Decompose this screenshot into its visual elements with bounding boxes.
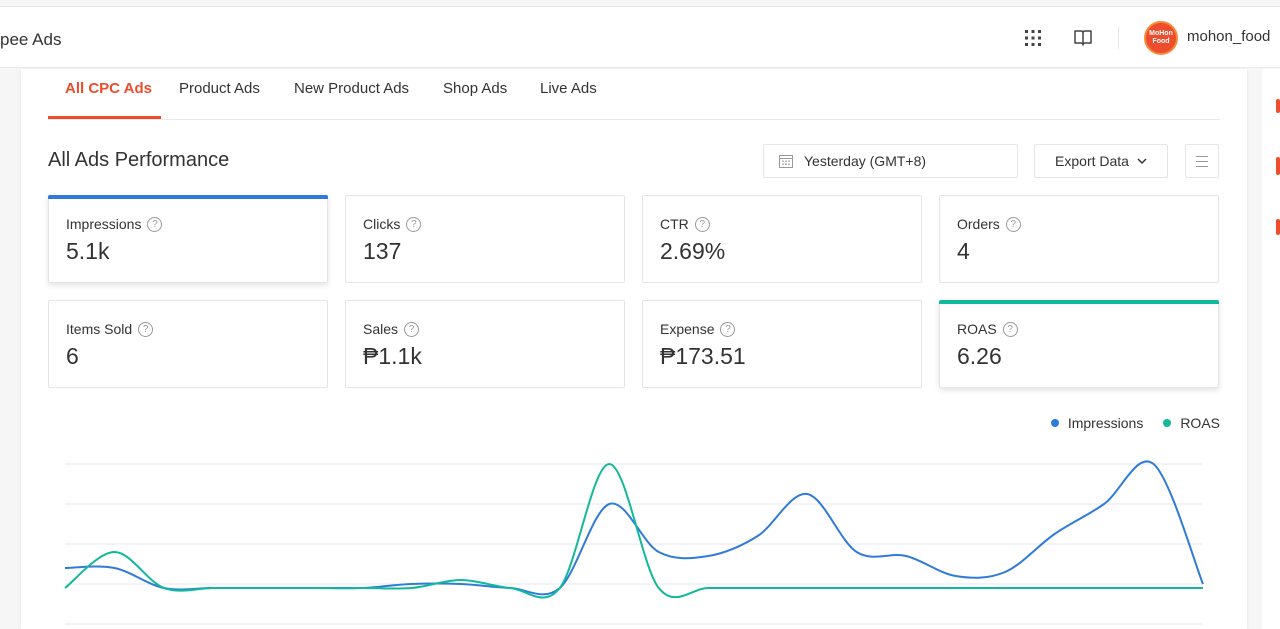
section-title: All Ads Performance — [48, 149, 230, 171]
legend-item-impressions[interactable]: Impressions — [1050, 415, 1144, 431]
help-icon[interactable]: ? — [1002, 321, 1018, 337]
metric-card-orders[interactable]: Orders? 4 — [939, 195, 1219, 283]
tab-shop-ads[interactable]: Shop Ads — [443, 80, 507, 97]
active-tab-indicator — [48, 116, 161, 119]
metric-label: Clicks — [363, 216, 401, 232]
menu-icon-line — [1196, 161, 1208, 162]
sidebar-marker — [1276, 219, 1280, 235]
calendar-icon — [779, 155, 793, 168]
metric-card-sales[interactable]: Sales? ₱1.1k — [345, 300, 625, 388]
date-range-picker[interactable]: Yesterday (GMT+8) — [763, 144, 1018, 178]
metric-label-row: CTR? — [660, 216, 710, 232]
metric-label: ROAS — [957, 321, 997, 337]
metric-label: Impressions — [66, 216, 142, 232]
metric-card-expense[interactable]: Expense? ₱173.51 — [642, 300, 922, 388]
username[interactable]: mohon_food — [1187, 28, 1270, 45]
help-icon[interactable]: ? — [1005, 216, 1021, 232]
right-sidebar-strip — [1262, 69, 1280, 629]
series-line-impressions[interactable] — [64, 460, 1204, 596]
top-bar: pee Ads MoHon Food mohon_food — [0, 6, 1280, 68]
menu-icon-line — [1196, 156, 1208, 157]
chevron-down-icon — [1137, 157, 1147, 164]
metric-value: ₱1.1k — [363, 343, 422, 369]
avatar-text: MoHon Food — [1149, 30, 1173, 45]
export-data-label: Export Data — [1055, 153, 1129, 169]
metric-accent-bar — [48, 195, 328, 199]
tab-all-cpc-ads[interactable]: All CPC Ads — [65, 80, 152, 97]
brand-title[interactable]: pee Ads — [0, 30, 61, 50]
menu-icon-line — [1196, 166, 1208, 167]
metric-label: Expense — [660, 321, 715, 337]
metric-label-row: ROAS? — [957, 321, 1018, 337]
avatar[interactable]: MoHon Food — [1144, 21, 1178, 55]
metric-value: 6.26 — [957, 343, 1002, 369]
metric-value: 5.1k — [66, 238, 110, 264]
metric-label-row: Impressions? — [66, 216, 163, 232]
legend-label: ROAS — [1180, 415, 1220, 431]
metric-label: CTR — [660, 216, 689, 232]
series-line-roas[interactable] — [64, 462, 1203, 599]
metric-value: 4 — [957, 238, 970, 264]
metric-card-clicks[interactable]: Clicks? 137 — [345, 195, 625, 283]
metric-accent-bar — [939, 300, 1219, 304]
help-icon[interactable]: ? — [694, 216, 710, 232]
tab-live-ads[interactable]: Live Ads — [540, 80, 597, 97]
ad-type-tabs: All CPC Ads Product Ads New Product Ads … — [48, 69, 1220, 120]
book-icon[interactable] — [1073, 28, 1093, 48]
metric-card-ctr[interactable]: CTR? 2.69% — [642, 195, 922, 283]
legend-label: Impressions — [1067, 415, 1144, 431]
performance-card: All CPC Ads Product Ads New Product Ads … — [21, 69, 1247, 629]
help-icon[interactable]: ? — [720, 321, 736, 337]
help-icon[interactable]: ? — [138, 321, 154, 337]
help-icon[interactable]: ? — [147, 216, 163, 232]
metric-label-row: Items Sold? — [66, 321, 154, 337]
topbar-divider — [1118, 27, 1119, 49]
metric-label-row: Sales? — [363, 321, 420, 337]
metric-value: ₱173.51 — [660, 343, 746, 369]
metric-label: Orders — [957, 216, 1000, 232]
metric-label: Items Sold — [66, 321, 133, 337]
metric-card-impressions[interactable]: Impressions? 5.1k — [48, 195, 328, 283]
help-icon[interactable]: ? — [406, 216, 422, 232]
sidebar-marker — [1276, 157, 1280, 175]
metric-label-row: Expense? — [660, 321, 736, 337]
tab-product-ads[interactable]: Product Ads — [179, 80, 260, 97]
export-data-button[interactable]: Export Data — [1034, 144, 1168, 178]
legend-item-roas[interactable]: ROAS — [1163, 415, 1220, 431]
tab-new-product-ads[interactable]: New Product Ads — [294, 80, 409, 97]
metric-value: 137 — [363, 238, 402, 264]
metric-value: 6 — [66, 343, 79, 369]
metric-card-items-sold[interactable]: Items Sold? 6 — [48, 300, 328, 388]
metric-label: Sales — [363, 321, 399, 337]
metric-label-row: Orders? — [957, 216, 1021, 232]
metric-card-roas[interactable]: ROAS? 6.26 — [939, 300, 1219, 388]
sidebar-marker — [1276, 99, 1280, 113]
metric-label-row: Clicks? — [363, 216, 422, 232]
metrics-menu-button[interactable] — [1185, 144, 1219, 178]
legend-dot — [1050, 419, 1059, 427]
help-icon[interactable]: ? — [404, 321, 420, 337]
date-range-value: Yesterday (GMT+8) — [804, 153, 927, 169]
chart-legend: Impressions ROAS — [1031, 415, 1220, 431]
performance-chart — [64, 460, 1204, 625]
metric-value: 2.69% — [660, 238, 726, 264]
legend-dot — [1163, 419, 1172, 427]
apps-grid-icon[interactable] — [1024, 29, 1042, 47]
